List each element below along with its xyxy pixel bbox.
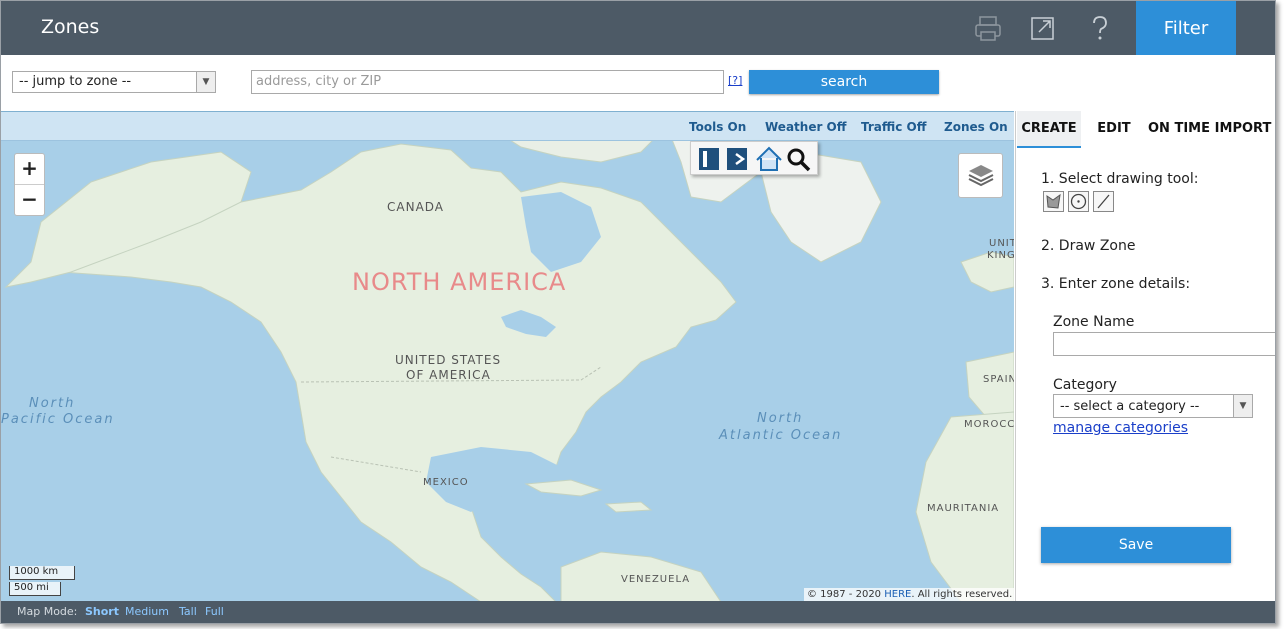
- map-label-usa-1: UNITED STATES: [395, 353, 502, 367]
- step-3-label: 3. Enter zone details:: [1041, 276, 1191, 292]
- tab-create[interactable]: CREATE: [1017, 111, 1081, 148]
- search-row: -- jump to zone -- ▼ address, city or ZI…: [1, 55, 1275, 110]
- bookmark-icon[interactable]: [699, 148, 719, 170]
- copyright-suffix: . All rights reserved.: [911, 589, 1013, 600]
- map-label-usa-2: OF AMERICA: [406, 368, 491, 382]
- chevron-down-icon: ▼: [196, 72, 215, 92]
- map-label-mauritania: MAURITANIA: [927, 503, 1000, 514]
- help-icon[interactable]: [1085, 13, 1115, 43]
- zoom-control: + −: [14, 153, 45, 216]
- zone-name-input[interactable]: [1053, 332, 1275, 356]
- manage-categories-link[interactable]: manage categories: [1053, 420, 1188, 436]
- step-2-label: 2. Draw Zone: [1041, 238, 1136, 254]
- map-label-canada: CANADA: [387, 200, 445, 214]
- address-search-input[interactable]: address, city or ZIP: [251, 70, 724, 94]
- search-button[interactable]: search: [749, 70, 939, 94]
- zone-name-label: Zone Name: [1053, 314, 1135, 330]
- line-tool-button[interactable]: [1093, 191, 1114, 212]
- weather-toggle[interactable]: Weather Off: [765, 120, 846, 134]
- map-label-spain: SPAIN: [983, 374, 1014, 385]
- map-label-morocco: MOROCCO: [964, 419, 1014, 430]
- map-label-uk-2: KING: [987, 250, 1014, 261]
- map-copyright: © 1987 - 2020 HERE. All rights reserved.: [804, 588, 1014, 601]
- search-help-link[interactable]: [?]: [728, 74, 742, 87]
- ocean-label-atlantic-2: Atlantic Ocean: [719, 428, 843, 443]
- ocean-label-pacific-2: Pacific Ocean: [1, 412, 115, 427]
- page-title: Zones: [41, 16, 100, 38]
- traffic-toggle[interactable]: Traffic Off: [861, 120, 926, 134]
- search-icon[interactable]: [787, 148, 811, 172]
- map-mode-bar: Map Mode: Short Medium Tall Full: [1, 601, 1275, 623]
- zoom-out-button[interactable]: −: [15, 185, 44, 216]
- polygon-tool-button[interactable]: [1043, 191, 1064, 212]
- jump-to-zone-select[interactable]: -- jump to zone -- ▼: [12, 71, 216, 93]
- scale-mi: 500 mi: [9, 582, 61, 596]
- category-select[interactable]: -- select a category -- ▼: [1053, 394, 1253, 418]
- scale-km: 1000 km: [9, 566, 75, 580]
- ocean-label-pacific-1: North: [29, 396, 76, 411]
- zoom-in-button[interactable]: +: [15, 154, 44, 185]
- save-view-icon[interactable]: [727, 148, 747, 170]
- polygon-icon: [1046, 193, 1061, 209]
- map-mode-label: Map Mode:: [17, 605, 78, 618]
- tab-import[interactable]: IMPORT: [1214, 111, 1272, 148]
- map-label-uk-1: UNIT: [989, 238, 1014, 249]
- map-mode-medium[interactable]: Medium: [125, 605, 169, 618]
- category-select-value: -- select a category --: [1060, 399, 1200, 414]
- here-link[interactable]: HERE: [884, 589, 911, 600]
- ocean-label-atlantic-1: North: [757, 411, 804, 426]
- map-mode-short[interactable]: Short: [85, 605, 119, 618]
- line-icon: [1097, 194, 1110, 209]
- tab-on-time[interactable]: ON TIME: [1147, 111, 1211, 148]
- map-label-venezuela: VENEZUELA: [621, 574, 691, 585]
- map-canvas: [4, 112, 1014, 601]
- copyright-prefix: © 1987 - 2020: [807, 589, 882, 600]
- layers-icon: [968, 165, 994, 187]
- map-toggle-bar: Tools On Weather Off Traffic Off Zones O…: [1, 112, 1014, 141]
- map-mode-full[interactable]: Full: [205, 605, 224, 618]
- map-label-mexico: MEXICO: [423, 477, 469, 488]
- tools-toggle[interactable]: Tools On: [689, 120, 746, 134]
- home-icon[interactable]: [756, 146, 782, 171]
- export-icon[interactable]: [1029, 13, 1059, 43]
- map-view[interactable]: Tools On Weather Off Traffic Off Zones O…: [1, 111, 1014, 601]
- map-scale: 1000 km 500 mi: [9, 566, 75, 599]
- jump-to-zone-value: -- jump to zone --: [19, 74, 132, 89]
- top-bar: Zones Filter: [1, 1, 1275, 55]
- zones-window: Zones Filter -- jump to zone -- ▼ addres…: [0, 0, 1276, 624]
- circle-tool-button[interactable]: [1068, 191, 1089, 212]
- map-tool-strip: [690, 141, 818, 175]
- zone-editor-panel: CREATE EDIT ON TIME IMPORT 1. Select dra…: [1015, 111, 1275, 601]
- step-1-label: 1. Select drawing tool:: [1041, 171, 1199, 187]
- map-mode-tall[interactable]: Tall: [179, 605, 197, 618]
- circle-icon: [1070, 193, 1087, 210]
- zones-toggle[interactable]: Zones On: [944, 120, 1008, 134]
- map-label-north-america: NORTH AMERICA: [352, 268, 567, 296]
- chevron-down-icon: ▼: [1233, 395, 1252, 417]
- tab-edit[interactable]: EDIT: [1090, 111, 1138, 148]
- filter-button[interactable]: Filter: [1136, 1, 1236, 55]
- layers-button[interactable]: [958, 153, 1003, 198]
- save-button[interactable]: Save: [1041, 527, 1231, 563]
- panel-tabs: CREATE EDIT ON TIME IMPORT: [1016, 111, 1275, 148]
- print-icon[interactable]: [973, 13, 1003, 43]
- category-label: Category: [1053, 377, 1117, 393]
